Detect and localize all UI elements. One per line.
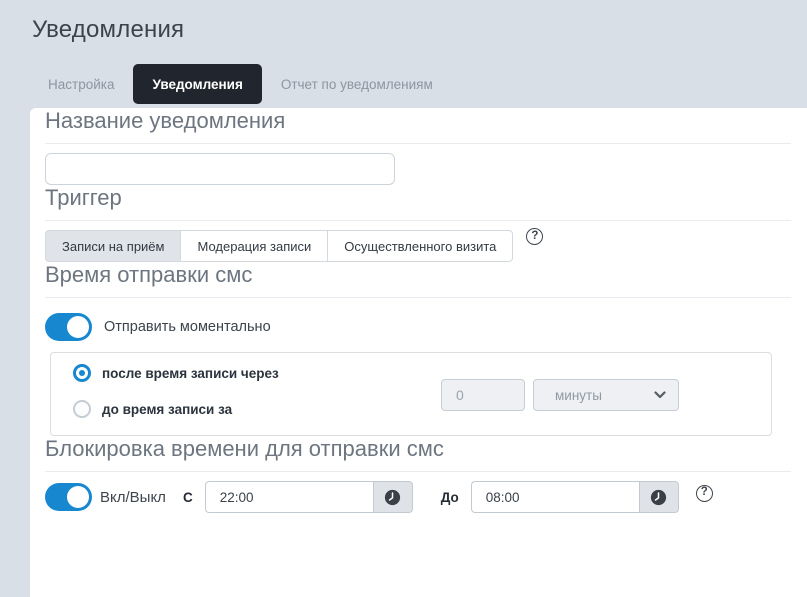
toggle-knob	[67, 486, 89, 508]
clock-icon	[650, 489, 667, 506]
send-delay-panel: после время записи через до время записи…	[50, 352, 772, 436]
block-from-group	[205, 481, 413, 513]
divider	[45, 143, 791, 144]
trigger-options-row: Записи на приём Модерация записи Осущест…	[45, 230, 791, 262]
trigger-help-icon[interactable]: ?	[526, 228, 543, 245]
block-from-label: С	[183, 490, 193, 505]
radio-button-icon[interactable]	[73, 364, 91, 382]
tab-settings[interactable]: Настройка	[34, 64, 128, 104]
section-heading-blocking: Блокировка времени для отправки смс	[45, 436, 791, 462]
trigger-option-appointment[interactable]: Записи на приём	[45, 230, 181, 262]
tab-notifications-report[interactable]: Отчет по уведомлениям	[267, 64, 447, 104]
block-to-label: До	[441, 490, 459, 505]
page-header: Уведомления Настройка Уведомления Отчет …	[0, 0, 807, 108]
block-from-input[interactable]	[205, 481, 373, 513]
radio-before-appointment[interactable]: до время записи за	[73, 400, 232, 418]
blocking-toggle-label: Вкл/Выкл	[100, 489, 166, 506]
notification-name-input[interactable]	[45, 153, 395, 185]
clock-icon	[384, 489, 401, 506]
delay-amount-input	[441, 379, 525, 411]
delay-unit-value: минуты	[555, 388, 602, 403]
section-heading-send-time: Время отправки смс	[45, 262, 791, 288]
instant-send-row: Отправить моментально	[45, 313, 791, 341]
divider	[45, 220, 791, 221]
radio-after-appointment[interactable]: после время записи через	[73, 364, 279, 382]
divider	[45, 471, 791, 472]
tab-bar: Настройка Уведомления Отчет по уведомлен…	[34, 64, 447, 104]
radio-after-label: после время записи через	[102, 366, 279, 381]
content-card: Название уведомления Триггер Записи на п…	[30, 108, 807, 597]
radio-button-icon[interactable]	[73, 400, 91, 418]
toggle-knob	[67, 316, 89, 338]
delay-unit-select: минуты	[533, 379, 679, 411]
instant-send-label: Отправить моментально	[104, 319, 271, 335]
divider	[45, 297, 791, 298]
trigger-segmented-control: Записи на приём Модерация записи Осущест…	[45, 230, 513, 262]
instant-send-toggle[interactable]	[45, 313, 92, 341]
block-from-clock-button[interactable]	[373, 481, 413, 513]
radio-before-label: до время записи за	[102, 402, 232, 417]
blocking-toggle[interactable]	[45, 483, 92, 511]
section-heading-trigger: Триггер	[45, 185, 791, 211]
blocking-help-icon[interactable]: ?	[696, 485, 713, 502]
section-heading-name: Название уведомления	[45, 108, 791, 134]
block-to-input[interactable]	[471, 481, 639, 513]
blocking-controls-row: Вкл/Выкл С До ?	[45, 481, 791, 513]
block-to-group	[471, 481, 679, 513]
block-to-clock-button[interactable]	[639, 481, 679, 513]
trigger-option-completed-visit[interactable]: Осуществленного визита	[327, 230, 513, 262]
trigger-option-moderation[interactable]: Модерация записи	[180, 230, 328, 262]
chevron-down-icon	[654, 391, 666, 399]
tab-notifications[interactable]: Уведомления	[133, 64, 261, 104]
page-title: Уведомления	[32, 16, 184, 44]
